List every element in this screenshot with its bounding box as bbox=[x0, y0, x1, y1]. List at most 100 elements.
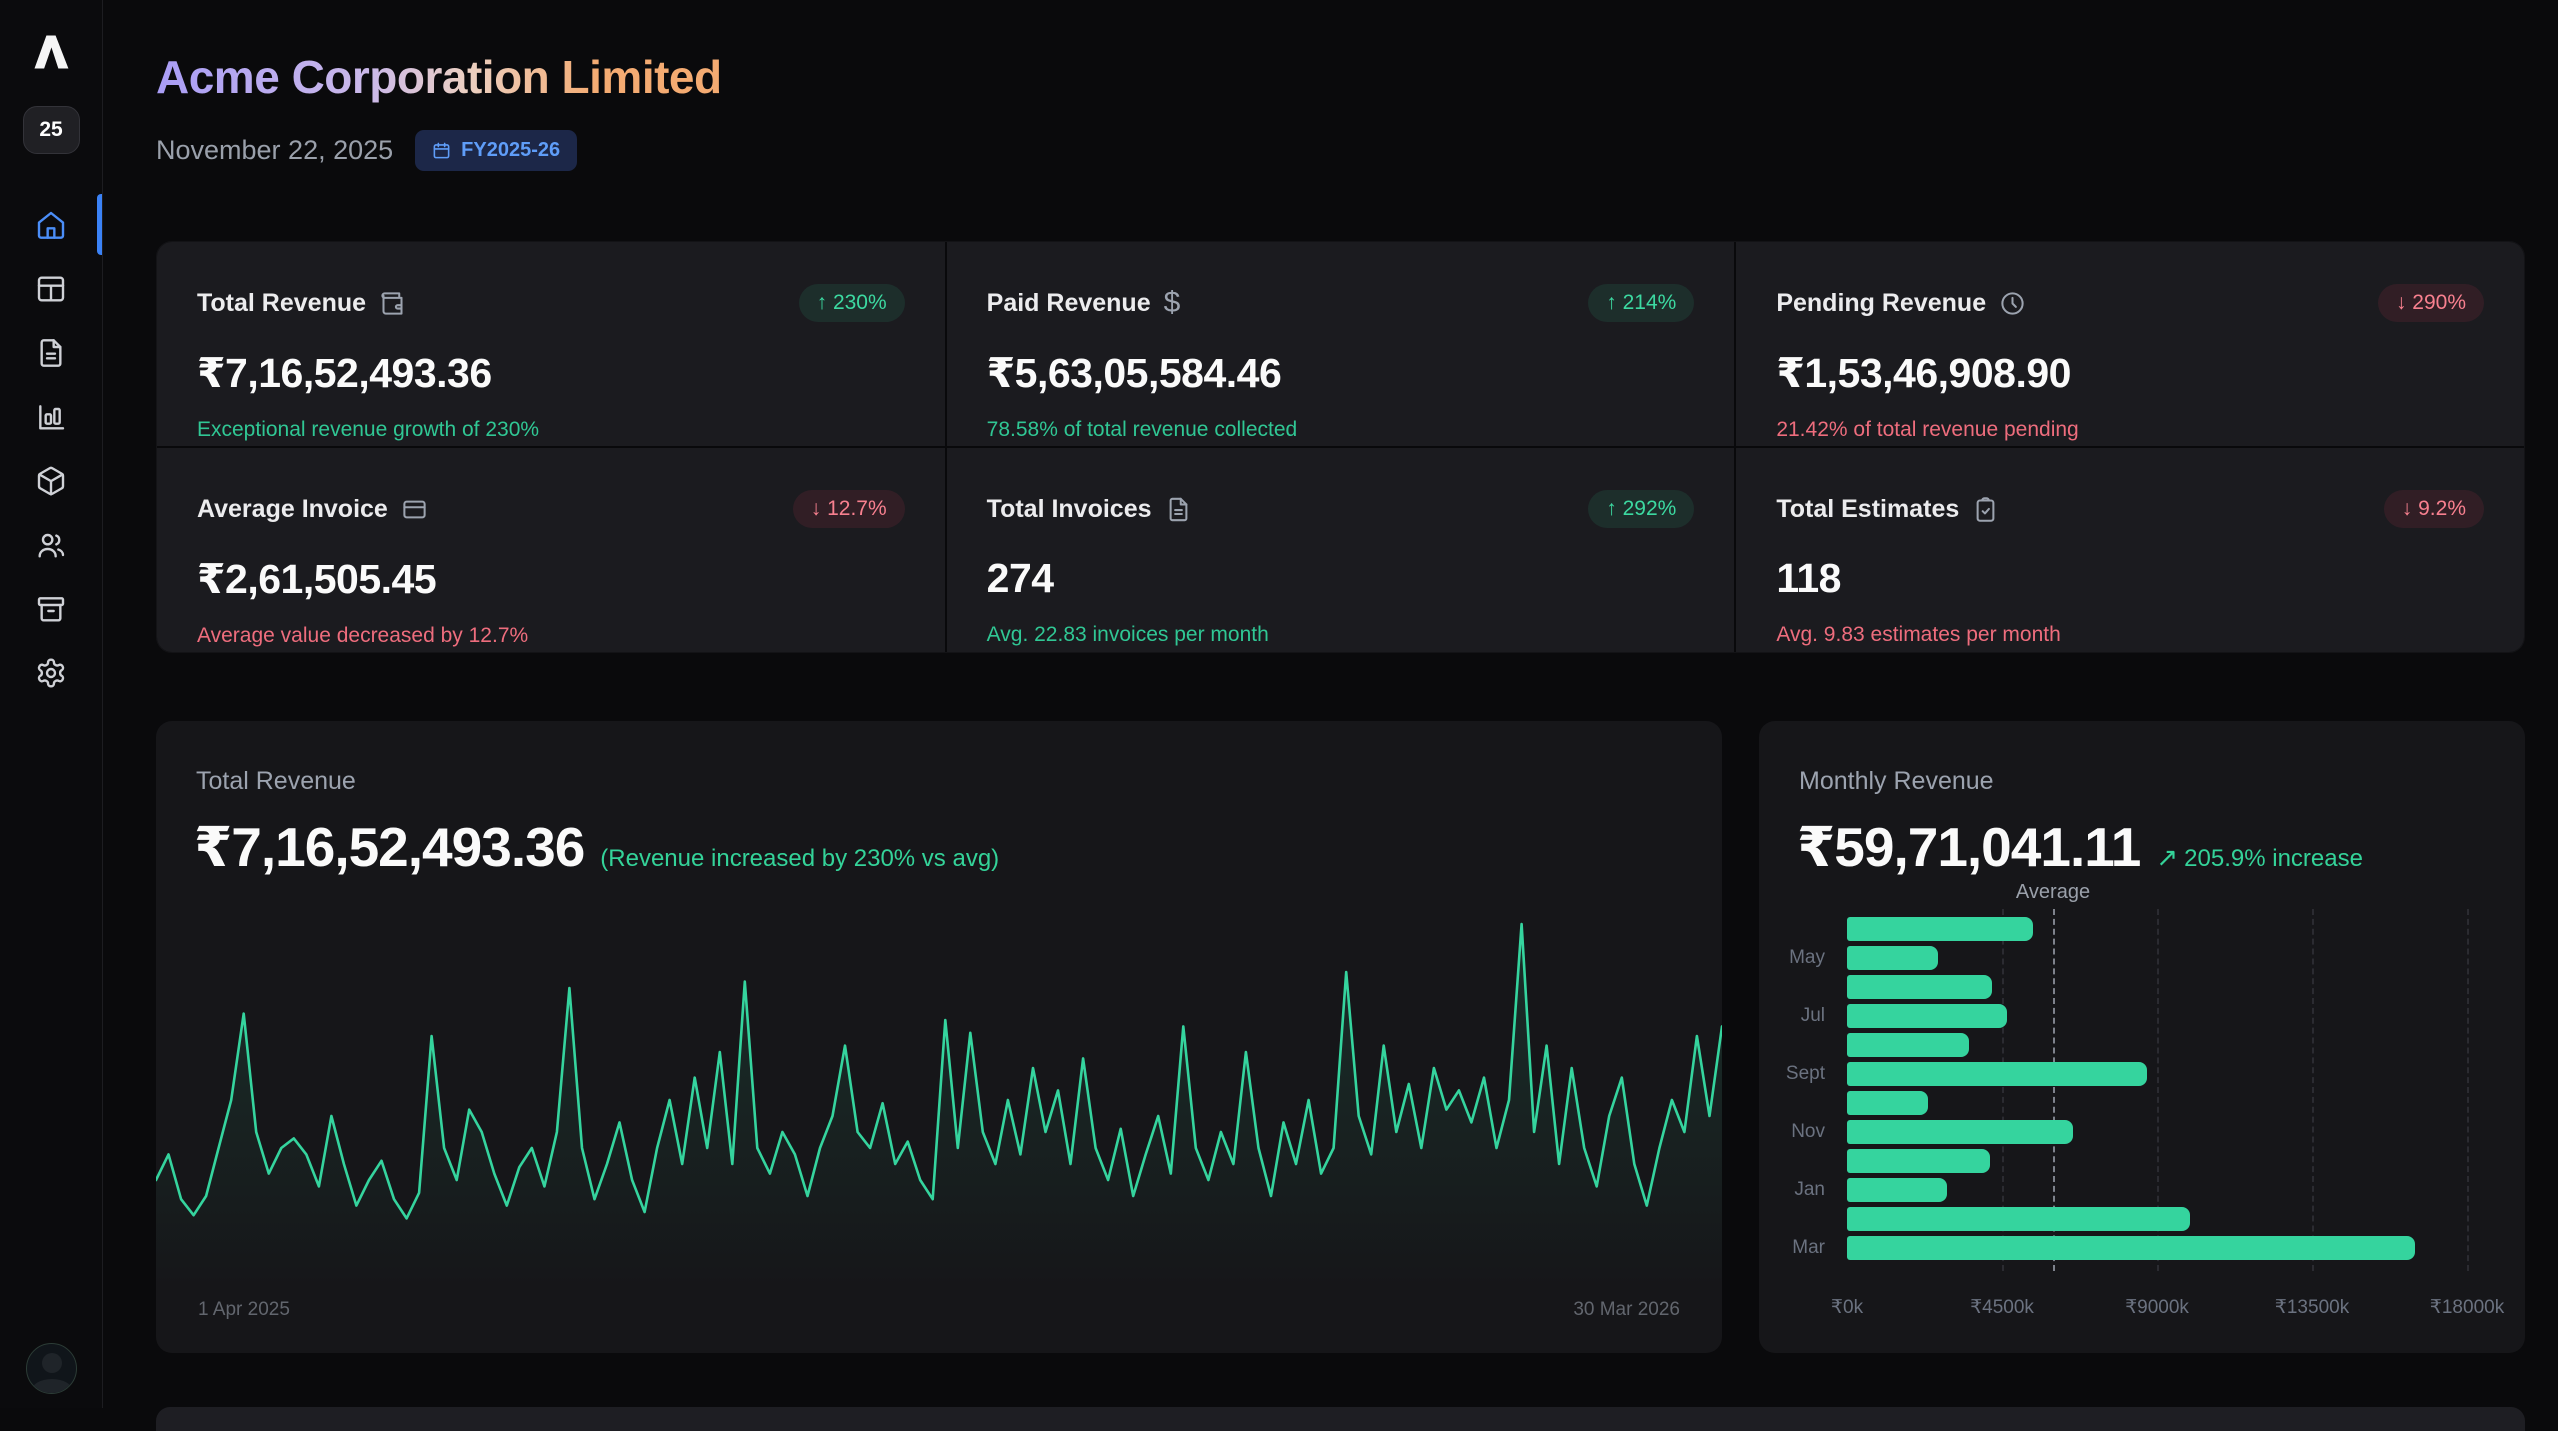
revenue-bar[interactable] bbox=[1847, 1207, 2190, 1231]
revenue-bar[interactable] bbox=[1847, 1149, 1990, 1173]
fiscal-year-label: FY2025-26 bbox=[461, 139, 560, 162]
bar-row-nov: Nov bbox=[1759, 1117, 2505, 1146]
stat-title: Total Estimates bbox=[1776, 495, 1959, 524]
trend-badge: ↓ 290% bbox=[2378, 284, 2484, 322]
bar-chart-x-axis: ₹0k₹4500k₹9000k₹13500k₹18000k bbox=[1847, 1296, 2467, 1320]
trend-badge: ↓ 9.2% bbox=[2384, 490, 2484, 528]
stat-title: Total Invoices bbox=[987, 495, 1152, 524]
stat-title: Total Revenue bbox=[197, 289, 366, 318]
average-line-label: Average bbox=[2016, 881, 2090, 904]
stats-panel: Total Revenue ↑ 230% ₹7,16,52,493.36 Exc… bbox=[156, 241, 2525, 653]
credit-card-icon bbox=[401, 496, 428, 523]
bar-row-oct bbox=[1759, 1088, 2505, 1117]
revenue-bar[interactable] bbox=[1847, 1004, 2007, 1028]
bar-row-aug bbox=[1759, 1030, 2505, 1059]
sidebar-item-home[interactable] bbox=[0, 204, 102, 245]
main-content: Acme Corporation Limited November 22, 20… bbox=[103, 0, 2558, 1408]
stat-value: ₹2,61,505.45 bbox=[197, 555, 905, 603]
calendar-icon bbox=[432, 141, 451, 160]
line-chart-x-axis: 1 Apr 2025 30 Mar 2026 bbox=[198, 1299, 1680, 1321]
active-indicator bbox=[97, 194, 102, 255]
monthly-revenue-chart-card: Monthly Revenue ₹59,71,041.11 ↗ 205.9% i… bbox=[1759, 721, 2525, 1353]
stat-subtitle: Exceptional revenue growth of 230% bbox=[197, 418, 905, 442]
sidebar-item-invoices[interactable] bbox=[0, 332, 102, 373]
sidebar-nav bbox=[0, 204, 102, 693]
bar-chart-icon bbox=[35, 401, 67, 433]
revenue-bar[interactable] bbox=[1847, 1091, 1928, 1115]
revenue-bar[interactable] bbox=[1847, 1033, 1969, 1057]
revenue-bar[interactable] bbox=[1847, 975, 1992, 999]
month-label: Jul bbox=[1759, 1005, 1837, 1027]
chart-title: Total Revenue bbox=[196, 767, 356, 796]
file-text-icon bbox=[1165, 496, 1192, 523]
revenue-bar[interactable] bbox=[1847, 946, 1938, 970]
trend-badge: ↓ 12.7% bbox=[793, 490, 905, 528]
stat-subtitle: Avg. 22.83 invoices per month bbox=[987, 623, 1695, 647]
bar-row-may: May bbox=[1759, 943, 2505, 972]
acme-logo-icon bbox=[29, 30, 73, 74]
month-label: Sept bbox=[1759, 1063, 1837, 1085]
user-avatar[interactable] bbox=[26, 1343, 77, 1394]
month-label: Nov bbox=[1759, 1121, 1837, 1143]
sidebar-item-inventory[interactable] bbox=[0, 588, 102, 629]
sidebar-item-reports[interactable] bbox=[0, 396, 102, 437]
bar-row-jul: Jul bbox=[1759, 1001, 2505, 1030]
file-text-icon bbox=[35, 337, 67, 369]
trend-badge: ↑ 214% bbox=[1588, 284, 1694, 322]
monthly-revenue-bars[interactable]: May Jul Sept Nov Jan Mar bbox=[1759, 914, 2505, 1262]
revenue-line-chart[interactable] bbox=[156, 869, 1722, 1287]
wallet-icon bbox=[379, 290, 406, 317]
stat-subtitle: Avg. 9.83 estimates per month bbox=[1776, 623, 2484, 647]
sidebar-item-customers[interactable] bbox=[0, 524, 102, 565]
home-icon bbox=[35, 209, 67, 241]
stat-value: ₹1,53,46,908.90 bbox=[1776, 349, 2484, 397]
stat-title: Paid Revenue bbox=[987, 289, 1151, 318]
stat-card-total-invoices: Total Invoices ↑ 292% 274 Avg. 22.83 inv… bbox=[947, 448, 1735, 652]
trend-up-icon: ↗ bbox=[2156, 842, 2178, 873]
bar-row-feb bbox=[1759, 1204, 2505, 1233]
revenue-bar[interactable] bbox=[1847, 1062, 2147, 1086]
page-title: Acme Corporation Limited bbox=[156, 50, 722, 104]
stat-card-total-estimates: Total Estimates ↓ 9.2% 118 Avg. 9.83 est… bbox=[1736, 448, 2524, 652]
avatar-silhouette bbox=[42, 1353, 62, 1373]
org-count-badge[interactable]: 25 bbox=[23, 106, 80, 154]
stat-card-average-invoice: Average Invoice ↓ 12.7% ₹2,61,505.45 Ave… bbox=[157, 448, 945, 652]
revenue-bar[interactable] bbox=[1847, 1120, 2073, 1144]
revenue-bar[interactable] bbox=[1847, 1178, 1947, 1202]
bar-row-apr bbox=[1759, 914, 2505, 943]
date-row: November 22, 2025 FY2025-26 bbox=[156, 130, 2525, 171]
sidebar-item-settings[interactable] bbox=[0, 652, 102, 693]
sidebar-item-dashboard[interactable] bbox=[0, 268, 102, 309]
bar-row-dec bbox=[1759, 1146, 2505, 1175]
charts-row: Total Revenue ₹7,16,52,493.36 (Revenue i… bbox=[156, 721, 2525, 1353]
chart-value: ₹59,71,041.11 bbox=[1797, 815, 2140, 879]
stat-subtitle: 21.42% of total revenue pending bbox=[1776, 418, 2484, 442]
month-label: Mar bbox=[1759, 1237, 1837, 1259]
app-logo[interactable] bbox=[29, 30, 73, 74]
month-label: Jan bbox=[1759, 1179, 1837, 1201]
revenue-bar[interactable] bbox=[1847, 1236, 2415, 1260]
archive-icon bbox=[35, 593, 67, 625]
axis-tick-label: ₹0k bbox=[1831, 1296, 1863, 1319]
bar-row-sept: Sept bbox=[1759, 1059, 2505, 1088]
stat-subtitle: Average value decreased by 12.7% bbox=[197, 624, 905, 648]
chart-change-label: 205.9% increase bbox=[2184, 845, 2363, 873]
table-icon bbox=[35, 273, 67, 305]
sidebar-item-products[interactable] bbox=[0, 460, 102, 501]
axis-tick-label: ₹18000k bbox=[2430, 1296, 2504, 1319]
fiscal-year-badge[interactable]: FY2025-26 bbox=[415, 130, 577, 171]
stat-value: 274 bbox=[987, 555, 1695, 602]
revenue-bar[interactable] bbox=[1847, 917, 2033, 941]
users-icon bbox=[35, 529, 67, 561]
sidebar: 25 bbox=[0, 0, 103, 1408]
axis-tick-label: ₹4500k bbox=[1970, 1296, 2034, 1319]
bar-row-mar: Mar bbox=[1759, 1233, 2505, 1262]
stat-card-paid-revenue: Paid Revenue $ ↑ 214% ₹5,63,05,584.46 78… bbox=[947, 242, 1735, 446]
x-axis-start: 1 Apr 2025 bbox=[198, 1299, 290, 1321]
bar-row-jun bbox=[1759, 972, 2505, 1001]
next-section-card bbox=[156, 1407, 2525, 1431]
clock-icon bbox=[1999, 290, 2026, 317]
total-revenue-chart-card: Total Revenue ₹7,16,52,493.36 (Revenue i… bbox=[156, 721, 1722, 1353]
month-label: May bbox=[1759, 947, 1837, 969]
chart-title: Monthly Revenue bbox=[1799, 767, 1994, 796]
